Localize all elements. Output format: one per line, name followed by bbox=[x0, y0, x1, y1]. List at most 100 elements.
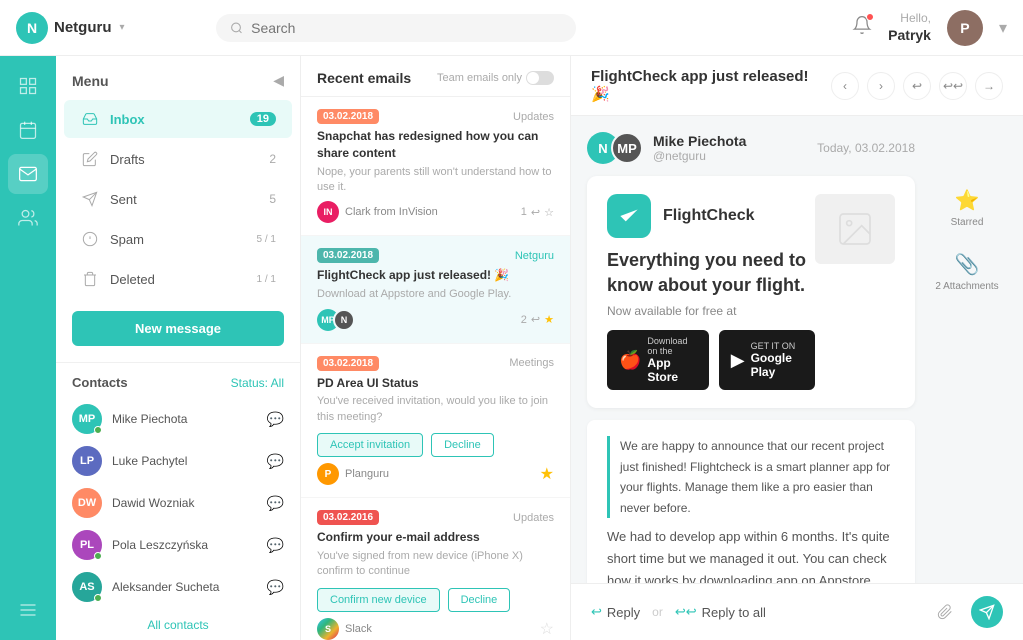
app-card: FlightCheck Everything you need to know … bbox=[587, 176, 915, 408]
star-icon[interactable]: ★ bbox=[540, 464, 554, 484]
sidebar-item-deleted[interactable]: Deleted 1 / 1 bbox=[64, 260, 292, 298]
app-store-button[interactable]: 🍎 Download on the App Store bbox=[607, 330, 709, 390]
app-store-name: App Store bbox=[647, 356, 696, 384]
contact-chat-icon[interactable]: 💬 bbox=[267, 579, 284, 596]
drafts-icon bbox=[80, 149, 100, 169]
email-subject: Confirm your e-mail address bbox=[317, 529, 554, 546]
top-navigation: N Netguru ▾ Hello, Patryk P ▾ bbox=[0, 0, 1023, 56]
app-store-text: Download on the App Store bbox=[647, 336, 696, 384]
reply-all-button[interactable]: ↩↩ Reply to all bbox=[675, 604, 766, 620]
notifications-button[interactable] bbox=[852, 15, 872, 40]
next-email-button[interactable]: › bbox=[867, 72, 895, 100]
contact-item[interactable]: MP Mike Piechota 💬 bbox=[72, 398, 284, 440]
sender-avatar-secondary: MP bbox=[611, 132, 643, 164]
email-category: Netguru bbox=[515, 250, 554, 262]
all-contacts-link[interactable]: All contacts bbox=[72, 608, 284, 640]
reply-button[interactable]: ↩ Reply bbox=[591, 604, 640, 620]
reply-all-quick-button[interactable]: ↩↩ bbox=[939, 72, 967, 100]
avatar[interactable]: P bbox=[947, 10, 983, 46]
new-message-button[interactable]: New message bbox=[72, 311, 284, 346]
sidebar-item-menu[interactable] bbox=[8, 590, 48, 630]
app-logo[interactable]: N Netguru ▾ bbox=[16, 12, 196, 44]
confirm-device-button[interactable]: Confirm new device bbox=[317, 588, 440, 612]
contact-item[interactable]: LP Luke Pachytel 💬 bbox=[72, 440, 284, 482]
user-greeting: Hello, Patryk bbox=[888, 11, 931, 45]
email-item[interactable]: 03.02.2018 Updates Snapchat has redesign… bbox=[301, 97, 570, 236]
email-item[interactable]: 03.02.2018 Meetings PD Area UI Status Yo… bbox=[301, 344, 570, 499]
contact-name: Dawid Wozniak bbox=[112, 496, 267, 510]
spam-count: 5 / 1 bbox=[257, 234, 276, 245]
slack-row: S Slack ☆ bbox=[317, 618, 554, 640]
send-button[interactable] bbox=[971, 596, 1003, 628]
contact-chat-icon[interactable]: 💬 bbox=[267, 453, 284, 470]
reply-quick-button[interactable]: ↩ bbox=[903, 72, 931, 100]
google-play-button[interactable]: ▶ GET IT ON Google Play bbox=[719, 330, 815, 390]
google-play-name: Google Play bbox=[751, 351, 803, 379]
left-nav-title: Menu bbox=[72, 73, 109, 89]
sidebar-item-sent[interactable]: Sent 5 bbox=[64, 180, 292, 218]
contact-item[interactable]: DW Dawid Wozniak 💬 bbox=[72, 482, 284, 524]
prev-email-button[interactable]: ‹ bbox=[831, 72, 859, 100]
star-icon[interactable]: ☆ bbox=[544, 206, 554, 219]
sidebar-item-grid[interactable] bbox=[8, 66, 48, 106]
contact-avatar: MP bbox=[72, 404, 102, 434]
reply-actions bbox=[929, 596, 1003, 628]
planguru-row: P Planguru ★ bbox=[317, 463, 554, 485]
decline-button[interactable]: Decline bbox=[431, 433, 494, 457]
main-layout: Menu ◀ Inbox 19 Drafts 2 Sent 5 bbox=[0, 56, 1023, 640]
accept-invitation-button[interactable]: Accept invitation bbox=[317, 433, 423, 457]
contact-item[interactable]: AS Aleksander Sucheta 💬 bbox=[72, 566, 284, 608]
email-sender: IN Clark from InVision bbox=[317, 201, 438, 223]
sender-full-name: Mike Piechota bbox=[653, 133, 746, 149]
left-navigation: Menu ◀ Inbox 19 Drafts 2 Sent 5 bbox=[56, 56, 301, 640]
email-item[interactable]: 03.02.2016 Updates Confirm your e-mail a… bbox=[301, 498, 570, 640]
deleted-icon bbox=[80, 269, 100, 289]
email-item-selected[interactable]: 03.02.2018 Netguru FlightCheck app just … bbox=[301, 236, 570, 343]
email-body-paragraph-1: We had to develop app within 6 months. I… bbox=[607, 526, 895, 583]
attach-file-button[interactable] bbox=[929, 596, 961, 628]
search-icon bbox=[230, 21, 243, 35]
email-quote: We are happy to announce that our recent… bbox=[607, 436, 895, 518]
google-play-icon: ▶ bbox=[731, 350, 745, 371]
star-icon[interactable]: ★ bbox=[544, 313, 554, 326]
decline-button[interactable]: Decline bbox=[448, 588, 511, 612]
email-meta: 1 ↩ ☆ bbox=[521, 206, 554, 219]
email-item-top: 03.02.2018 Meetings bbox=[317, 356, 554, 371]
contact-name: Mike Piechota bbox=[112, 412, 267, 426]
attachments-label: 2 Attachments bbox=[935, 281, 998, 292]
reply-all-icon: ↩↩ bbox=[675, 604, 697, 620]
contact-item[interactable]: PL Pola Leszczyńska 💬 bbox=[72, 524, 284, 566]
contact-avatar: DW bbox=[72, 488, 102, 518]
star-icon[interactable]: ☆ bbox=[540, 619, 554, 639]
contacts-status-filter[interactable]: Status: All bbox=[231, 376, 284, 390]
logo-chevron-icon[interactable]: ▾ bbox=[120, 22, 125, 33]
drafts-count: 2 bbox=[269, 152, 276, 166]
sent-label: Sent bbox=[110, 192, 269, 207]
sidebar-item-spam[interactable]: Spam 5 / 1 bbox=[64, 220, 292, 258]
starred-action[interactable]: ⭐ Starred bbox=[927, 180, 1007, 236]
search-bar[interactable] bbox=[216, 14, 576, 42]
sidebar-item-contacts[interactable] bbox=[8, 198, 48, 238]
sidebar-item-inbox[interactable]: Inbox 19 bbox=[64, 100, 292, 138]
team-toggle-switch[interactable] bbox=[526, 71, 554, 85]
email-sender: MP N bbox=[317, 309, 355, 331]
contact-name: Luke Pachytel bbox=[112, 454, 267, 468]
collapse-nav-button[interactable]: ◀ bbox=[273, 72, 284, 89]
email-reply-count: 2 bbox=[521, 314, 527, 326]
contact-chat-icon[interactable]: 💬 bbox=[267, 495, 284, 512]
app-store-buttons: 🍎 Download on the App Store ▶ bbox=[607, 330, 815, 390]
send-icon bbox=[979, 604, 995, 620]
sidebar-item-drafts[interactable]: Drafts 2 bbox=[64, 140, 292, 178]
search-input[interactable] bbox=[251, 20, 562, 36]
contact-chat-icon[interactable]: 💬 bbox=[267, 411, 284, 428]
email-reply-count: 1 bbox=[521, 206, 527, 218]
team-toggle[interactable]: Team emails only bbox=[437, 71, 554, 85]
contact-chat-icon[interactable]: 💬 bbox=[267, 537, 284, 554]
sidebar-item-mail[interactable] bbox=[8, 154, 48, 194]
email-detail-body: N MP Mike Piechota @netguru Today, 03.02… bbox=[571, 116, 1023, 583]
forward-button[interactable]: → bbox=[975, 72, 1003, 100]
body-text-1: We had to develop app within 6 months. I… bbox=[607, 529, 890, 583]
user-menu-chevron-icon[interactable]: ▾ bbox=[999, 18, 1007, 38]
sidebar-item-calendar[interactable] bbox=[8, 110, 48, 150]
attachments-action[interactable]: 📎 2 Attachments bbox=[927, 244, 1007, 300]
